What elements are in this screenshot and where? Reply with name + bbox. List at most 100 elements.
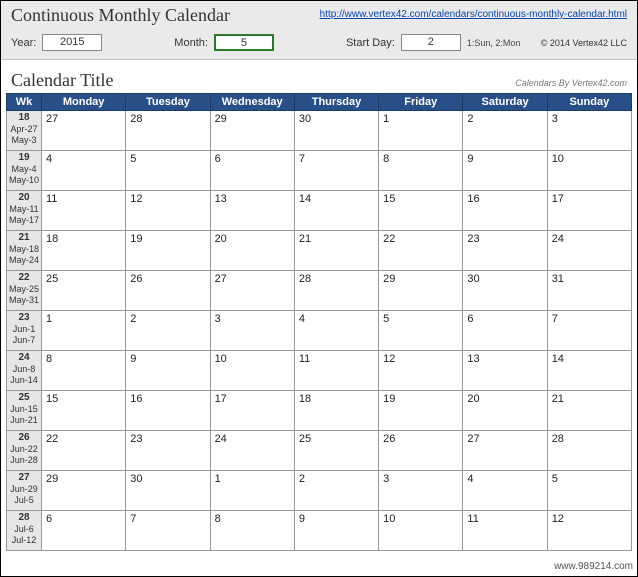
day-cell[interactable]: 29 — [210, 111, 294, 151]
day-cell[interactable]: 10 — [379, 511, 463, 551]
day-cell[interactable]: 31 — [547, 271, 631, 311]
day-cell[interactable]: 13 — [463, 351, 547, 391]
day-cell[interactable]: 3 — [547, 111, 631, 151]
day-cell[interactable]: 6 — [210, 151, 294, 191]
day-cell[interactable]: 30 — [126, 471, 210, 511]
day-cell[interactable]: 17 — [547, 191, 631, 231]
day-cell[interactable]: 18 — [294, 391, 378, 431]
col-sunday: Sunday — [547, 94, 631, 111]
table-row: 26Jun-22Jun-2822232425262728 — [7, 431, 632, 471]
day-cell[interactable]: 24 — [547, 231, 631, 271]
day-cell[interactable]: 2 — [126, 311, 210, 351]
day-cell[interactable]: 1 — [42, 311, 126, 351]
day-cell[interactable]: 30 — [463, 271, 547, 311]
day-cell[interactable]: 16 — [463, 191, 547, 231]
day-cell[interactable]: 22 — [42, 431, 126, 471]
day-cell[interactable]: 8 — [210, 511, 294, 551]
day-cell[interactable]: 18 — [42, 231, 126, 271]
day-cell[interactable]: 4 — [463, 471, 547, 511]
day-cell[interactable]: 5 — [126, 151, 210, 191]
day-cell[interactable]: 4 — [294, 311, 378, 351]
day-cell[interactable]: 12 — [547, 511, 631, 551]
week-range-end: Jun-28 — [7, 455, 41, 466]
col-thursday: Thursday — [294, 94, 378, 111]
day-cell[interactable]: 13 — [210, 191, 294, 231]
day-cell[interactable]: 17 — [210, 391, 294, 431]
week-range-start: Jul-6 — [7, 524, 41, 535]
day-cell[interactable]: 20 — [463, 391, 547, 431]
day-cell[interactable]: 28 — [126, 111, 210, 151]
month-input[interactable]: 5 — [214, 34, 274, 51]
day-cell[interactable]: 26 — [126, 271, 210, 311]
day-cell[interactable]: 23 — [463, 231, 547, 271]
day-cell[interactable]: 26 — [379, 431, 463, 471]
week-number: 22 — [7, 272, 41, 284]
day-cell[interactable]: 10 — [547, 151, 631, 191]
day-cell[interactable]: 27 — [42, 111, 126, 151]
day-cell[interactable]: 24 — [210, 431, 294, 471]
source-link[interactable]: http://www.vertex42.com/calendars/contin… — [320, 9, 627, 20]
day-cell[interactable]: 2 — [294, 471, 378, 511]
month-label: Month: — [174, 37, 208, 49]
week-number: 26 — [7, 432, 41, 444]
day-cell[interactable]: 19 — [126, 231, 210, 271]
day-cell[interactable]: 6 — [463, 311, 547, 351]
day-cell[interactable]: 1 — [210, 471, 294, 511]
day-cell[interactable]: 6 — [42, 511, 126, 551]
day-cell[interactable]: 5 — [547, 471, 631, 511]
calendar-title: Calendar Title — [11, 70, 114, 91]
day-cell[interactable]: 8 — [379, 151, 463, 191]
day-cell[interactable]: 11 — [42, 191, 126, 231]
day-cell[interactable]: 10 — [210, 351, 294, 391]
day-cell[interactable]: 11 — [294, 351, 378, 391]
day-cell[interactable]: 9 — [294, 511, 378, 551]
week-cell: 24Jun-8Jun-14 — [7, 351, 42, 391]
day-cell[interactable]: 7 — [126, 511, 210, 551]
week-range-start: Jun-1 — [7, 324, 41, 335]
week-number: 20 — [7, 192, 41, 204]
day-cell[interactable]: 25 — [294, 431, 378, 471]
day-cell[interactable]: 23 — [126, 431, 210, 471]
day-cell[interactable]: 11 — [463, 511, 547, 551]
week-range-start: May-11 — [7, 204, 41, 215]
day-cell[interactable]: 29 — [42, 471, 126, 511]
controls-row: Year: 2015 Month: 5 Start Day: 2 1:Sun, … — [11, 34, 627, 51]
week-cell: 28Jul-6Jul-12 — [7, 511, 42, 551]
day-cell[interactable]: 5 — [379, 311, 463, 351]
day-cell[interactable]: 9 — [126, 351, 210, 391]
week-cell: 23Jun-1Jun-7 — [7, 311, 42, 351]
day-cell[interactable]: 15 — [42, 391, 126, 431]
day-cell[interactable]: 9 — [463, 151, 547, 191]
day-cell[interactable]: 8 — [42, 351, 126, 391]
day-cell[interactable]: 25 — [42, 271, 126, 311]
day-cell[interactable]: 4 — [42, 151, 126, 191]
day-cell[interactable]: 27 — [210, 271, 294, 311]
day-cell[interactable]: 14 — [547, 351, 631, 391]
day-cell[interactable]: 7 — [294, 151, 378, 191]
day-cell[interactable]: 28 — [294, 271, 378, 311]
day-cell[interactable]: 12 — [379, 351, 463, 391]
day-cell[interactable]: 30 — [294, 111, 378, 151]
day-cell[interactable]: 22 — [379, 231, 463, 271]
day-cell[interactable]: 2 — [463, 111, 547, 151]
startday-input[interactable]: 2 — [401, 34, 461, 51]
day-cell[interactable]: 21 — [547, 391, 631, 431]
day-cell[interactable]: 3 — [379, 471, 463, 511]
week-range-start: May-25 — [7, 284, 41, 295]
day-cell[interactable]: 3 — [210, 311, 294, 351]
day-cell[interactable]: 7 — [547, 311, 631, 351]
day-cell[interactable]: 27 — [463, 431, 547, 471]
day-cell[interactable]: 1 — [379, 111, 463, 151]
day-cell[interactable]: 28 — [547, 431, 631, 471]
year-input[interactable]: 2015 — [42, 34, 102, 51]
day-cell[interactable]: 20 — [210, 231, 294, 271]
day-cell[interactable]: 29 — [379, 271, 463, 311]
day-cell[interactable]: 16 — [126, 391, 210, 431]
day-cell[interactable]: 19 — [379, 391, 463, 431]
week-range-start: Jun-15 — [7, 404, 41, 415]
day-cell[interactable]: 14 — [294, 191, 378, 231]
day-cell[interactable]: 21 — [294, 231, 378, 271]
week-range-start: Jun-8 — [7, 364, 41, 375]
day-cell[interactable]: 15 — [379, 191, 463, 231]
day-cell[interactable]: 12 — [126, 191, 210, 231]
